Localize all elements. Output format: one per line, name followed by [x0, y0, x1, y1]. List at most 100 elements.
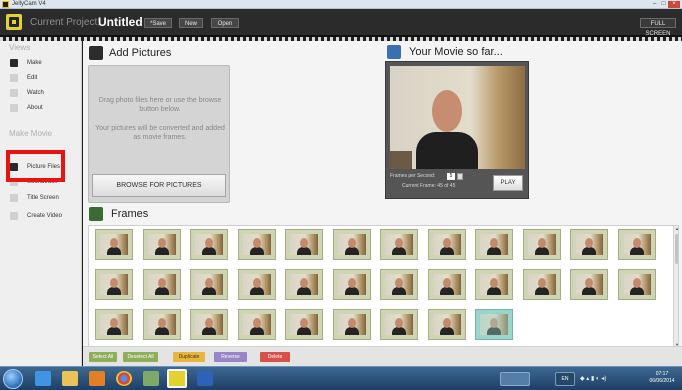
edit-icon: [10, 74, 18, 82]
deselect-all-button[interactable]: Deselect All: [123, 352, 158, 362]
watch-icon: [10, 89, 18, 97]
frame-thumbnail[interactable]: [427, 269, 466, 300]
convert-note: Your pictures will be converted and adde…: [95, 125, 225, 141]
frame-thumbnail[interactable]: [237, 269, 276, 300]
frame-thumbnail[interactable]: [617, 269, 656, 300]
scroll-up-icon[interactable]: ▲: [674, 226, 678, 232]
sidebar-item-make[interactable]: Make: [10, 57, 78, 69]
toolbox-icon[interactable]: [143, 371, 159, 386]
add-pictures-dropzone[interactable]: Drag photo files here or use the browse …: [88, 65, 230, 203]
sidebar-item-title-screen[interactable]: Title Screen: [10, 192, 78, 204]
frame-thumbnail[interactable]: [380, 269, 418, 300]
frame-thumbnail[interactable]: [95, 229, 133, 260]
frame-thumbnail[interactable]: [522, 269, 561, 300]
open-button[interactable]: Open: [211, 18, 239, 28]
frame-thumbnail[interactable]: [95, 309, 133, 340]
frame-thumbnail[interactable]: [190, 229, 228, 260]
file-explorer-icon[interactable]: [62, 371, 78, 386]
frame-thumbnail[interactable]: [237, 309, 276, 340]
frame-thumbnail[interactable]: [332, 269, 371, 300]
movie-camera-icon: [387, 45, 401, 59]
frame-thumbnail[interactable]: [475, 229, 513, 260]
frame-thumbnail[interactable]: [285, 229, 323, 260]
jellycam-logo-icon: [6, 14, 22, 30]
sidebar-item-watch[interactable]: Watch: [10, 87, 78, 99]
frame-thumbnail[interactable]: [285, 309, 323, 340]
close-icon[interactable]: ×: [668, 1, 680, 8]
app-icon: [2, 1, 9, 8]
internet-explorer-icon[interactable]: [35, 371, 51, 386]
windows-taskbar: EN ◆ ▴ ▮ ◐ ◂) 07:17 06/06/2014: [0, 366, 682, 390]
sidebar-item-create-video[interactable]: Create Video: [10, 210, 78, 222]
movie-preview-panel: Frames per Second: 5 Current Frame: 45 o…: [385, 61, 529, 199]
drag-instructions: Drag photo files here or use the browse …: [98, 97, 222, 113]
fps-spinner[interactable]: [457, 173, 463, 180]
fullscreen-button[interactable]: FULL SCREEN: [640, 18, 676, 37]
frame-thumbnail[interactable]: [190, 269, 228, 300]
app-header: Current Project: Untitled *Save New Open…: [0, 9, 682, 37]
project-name: Untitled: [98, 15, 143, 29]
main-panel: Add Pictures Drag photo files here or us…: [83, 41, 682, 366]
frame-thumbnail[interactable]: [617, 229, 656, 260]
frame-thumbnail[interactable]: [95, 269, 133, 300]
clock-time: 07:17: [655, 371, 669, 377]
sidebar-item-label: Title Screen: [27, 195, 59, 201]
sidebar: Views Make Edit Watch About Make Movie P…: [0, 41, 82, 366]
sidebar-item-label: Make: [27, 60, 42, 66]
frame-thumbnail[interactable]: [142, 229, 181, 260]
new-button[interactable]: New: [179, 18, 203, 28]
sidebar-item-label: Create Video: [27, 213, 62, 219]
maximize-icon[interactable]: □: [659, 1, 668, 8]
tray-network-icon[interactable]: [500, 372, 530, 386]
play-button[interactable]: PLAY: [493, 175, 523, 191]
title-bar: JellyCam V4 – □ ×: [0, 0, 682, 9]
sidebar-item-label: About: [27, 105, 43, 111]
save-button[interactable]: *Save: [144, 18, 172, 28]
frames-title: Frames: [111, 208, 149, 220]
frame-thumbnail[interactable]: [427, 309, 466, 340]
frame-thumbnail[interactable]: [570, 269, 608, 300]
make-icon: [10, 59, 18, 67]
frames-scrollbar[interactable]: ▲ ▼: [673, 226, 678, 348]
make-movie-heading: Make Movie: [9, 129, 53, 138]
start-button-icon[interactable]: [3, 369, 23, 389]
frame-thumbnail[interactable]: [190, 309, 228, 340]
frame-thumbnail[interactable]: [427, 229, 466, 260]
frame-thumbnail[interactable]: [285, 269, 323, 300]
frame-thumbnail[interactable]: [380, 229, 418, 260]
frame-thumbnail[interactable]: [142, 269, 181, 300]
chrome-icon[interactable]: [116, 371, 132, 386]
sidebar-item-edit[interactable]: Edit: [10, 72, 78, 84]
media-player-icon[interactable]: [89, 371, 105, 386]
tray-icons[interactable]: ◆ ▴ ▮ ◐ ◂): [580, 372, 620, 386]
frame-thumbnail[interactable]: [380, 309, 418, 340]
add-pictures-icon: [89, 46, 103, 60]
frame-thumbnail[interactable]: [142, 309, 181, 340]
fps-input[interactable]: 5: [447, 173, 455, 180]
jellycam-taskbar-icon[interactable]: [167, 369, 187, 388]
fps-label: Frames per Second:: [390, 173, 436, 179]
sidebar-item-about[interactable]: About: [10, 102, 78, 114]
browse-for-pictures-button[interactable]: BROWSE FOR PICTURES: [92, 174, 226, 197]
frame-thumbnail[interactable]: [332, 309, 371, 340]
sidebar-item-label: Watch: [27, 90, 44, 96]
frame-thumbnail[interactable]: [570, 229, 608, 260]
word-icon[interactable]: [197, 371, 213, 386]
frame-thumbnail[interactable]: [475, 309, 513, 340]
taskbar-clock[interactable]: 07:17 06/06/2014: [645, 371, 679, 385]
frame-thumbnail[interactable]: [522, 229, 561, 260]
tray-language[interactable]: EN: [555, 372, 575, 386]
movie-preview-image: [390, 66, 525, 169]
jellycam-window: JellyCam V4 – □ × Current Project: Untit…: [0, 0, 682, 390]
project-label: Current Project:: [30, 17, 101, 28]
frame-thumbnail[interactable]: [237, 229, 276, 260]
frame-thumbnail[interactable]: [332, 229, 371, 260]
about-icon: [10, 104, 18, 112]
frame-thumbnail[interactable]: [475, 269, 513, 300]
delete-button[interactable]: Delete: [260, 352, 290, 362]
duplicate-button[interactable]: Duplicate: [173, 352, 205, 362]
scroll-thumb[interactable]: [675, 234, 678, 264]
minimize-icon[interactable]: –: [650, 1, 659, 8]
reverse-button[interactable]: Reverse: [214, 352, 247, 362]
select-all-button[interactable]: Select All: [89, 352, 117, 362]
